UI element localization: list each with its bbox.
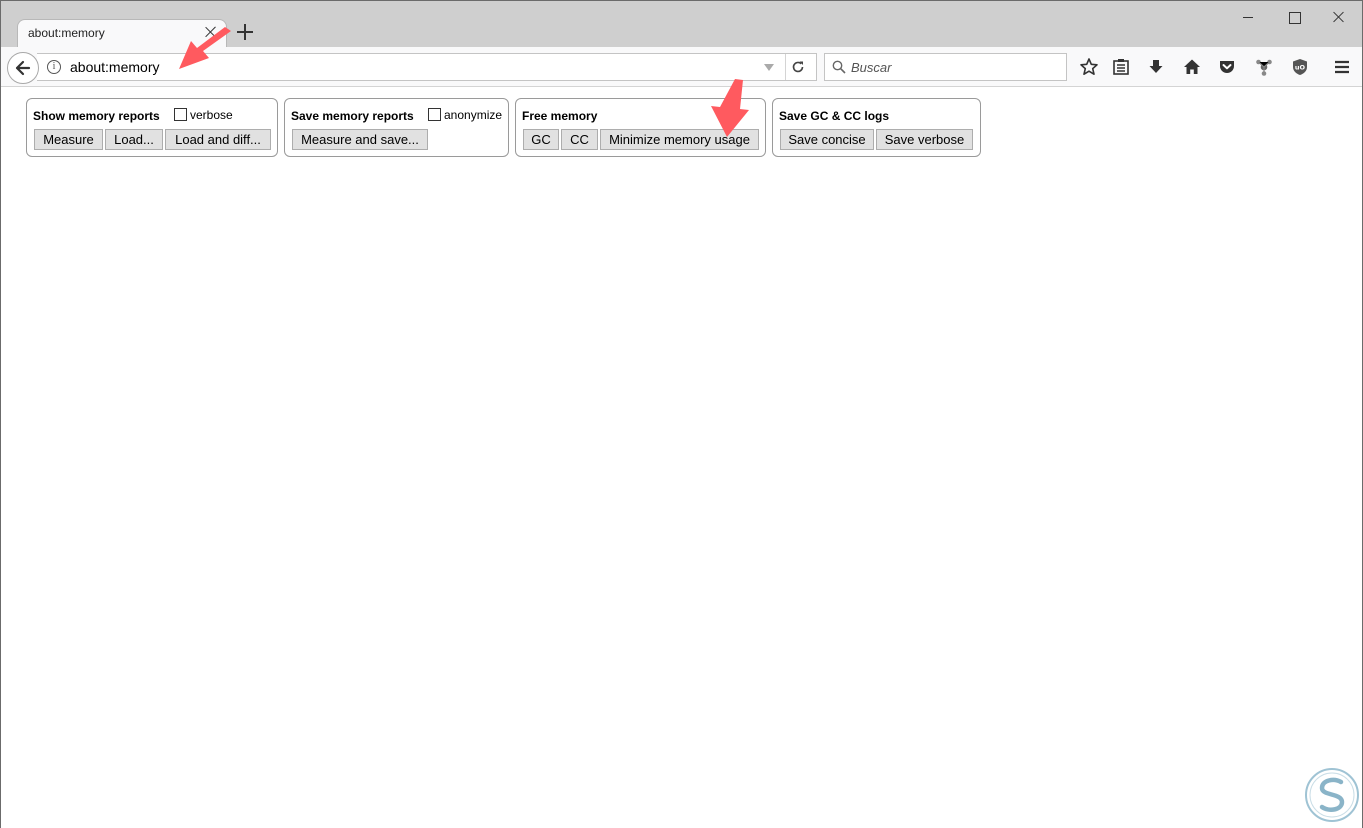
cc-button[interactable]: CC	[561, 129, 598, 150]
save-gc-cc-logs-section: Save GC & CC logs Save concise Save verb…	[772, 98, 981, 157]
reading-list-icon[interactable]	[1111, 57, 1131, 77]
verbose-checkbox[interactable]: verbose	[174, 108, 233, 122]
search-bar[interactable]: Buscar	[824, 53, 1067, 81]
section-title: Save memory reports	[291, 109, 414, 123]
back-button[interactable]	[7, 52, 39, 84]
pocket-icon[interactable]	[1217, 57, 1237, 77]
reload-icon[interactable]	[791, 60, 805, 74]
checkbox-box[interactable]	[174, 108, 187, 121]
watermark-logo	[1305, 768, 1359, 822]
search-placeholder: Buscar	[851, 60, 892, 75]
star-icon[interactable]	[1079, 57, 1099, 77]
measure-and-save-button[interactable]: Measure and save...	[292, 129, 428, 150]
save-concise-button[interactable]: Save concise	[780, 129, 874, 150]
tab-title: about:memory	[28, 26, 105, 40]
back-arrow-icon	[15, 60, 31, 76]
save-verbose-button[interactable]: Save verbose	[876, 129, 973, 150]
load-and-diff-button[interactable]: Load and diff...	[165, 129, 271, 150]
close-window-icon[interactable]	[1317, 7, 1361, 29]
page-content: Show memory reports verbose Measure Load…	[1, 88, 1362, 828]
menu-icon[interactable]	[1332, 57, 1352, 77]
annotation-arrow-icon	[711, 79, 749, 137]
minimize-icon[interactable]	[1226, 7, 1270, 29]
section-title: Show memory reports	[33, 109, 160, 123]
gc-button[interactable]: GC	[523, 129, 559, 150]
browser-window: about:memory i about:memory Buscar uO Sh…	[0, 0, 1363, 828]
url-dropdown-icon[interactable]	[764, 64, 774, 71]
url-text[interactable]: about:memory	[70, 59, 159, 75]
checkbox-label: anonymize	[444, 108, 503, 122]
show-memory-reports-section: Show memory reports verbose Measure Load…	[26, 98, 278, 157]
checkbox-label: verbose	[190, 108, 233, 122]
section-title: Free memory	[522, 109, 598, 123]
addon-icon[interactable]	[1254, 57, 1274, 77]
svg-text:uO: uO	[1295, 64, 1306, 72]
url-separator	[785, 54, 786, 80]
new-tab-icon[interactable]	[237, 24, 253, 40]
home-icon[interactable]	[1182, 57, 1202, 77]
save-memory-reports-section: Save memory reports anonymize Measure an…	[284, 98, 509, 157]
load-button[interactable]: Load...	[105, 129, 163, 150]
maximize-icon[interactable]	[1272, 7, 1316, 29]
search-icon	[832, 60, 846, 74]
download-icon[interactable]	[1146, 57, 1166, 77]
measure-button[interactable]: Measure	[34, 129, 103, 150]
section-title: Save GC & CC logs	[779, 109, 890, 123]
checkbox-box[interactable]	[428, 108, 441, 121]
anonymize-checkbox[interactable]: anonymize	[428, 108, 502, 122]
ublock-icon[interactable]: uO	[1290, 57, 1310, 77]
annotation-arrow-icon	[179, 27, 231, 69]
info-icon[interactable]: i	[47, 60, 61, 74]
url-bar[interactable]: i about:memory	[37, 53, 817, 81]
